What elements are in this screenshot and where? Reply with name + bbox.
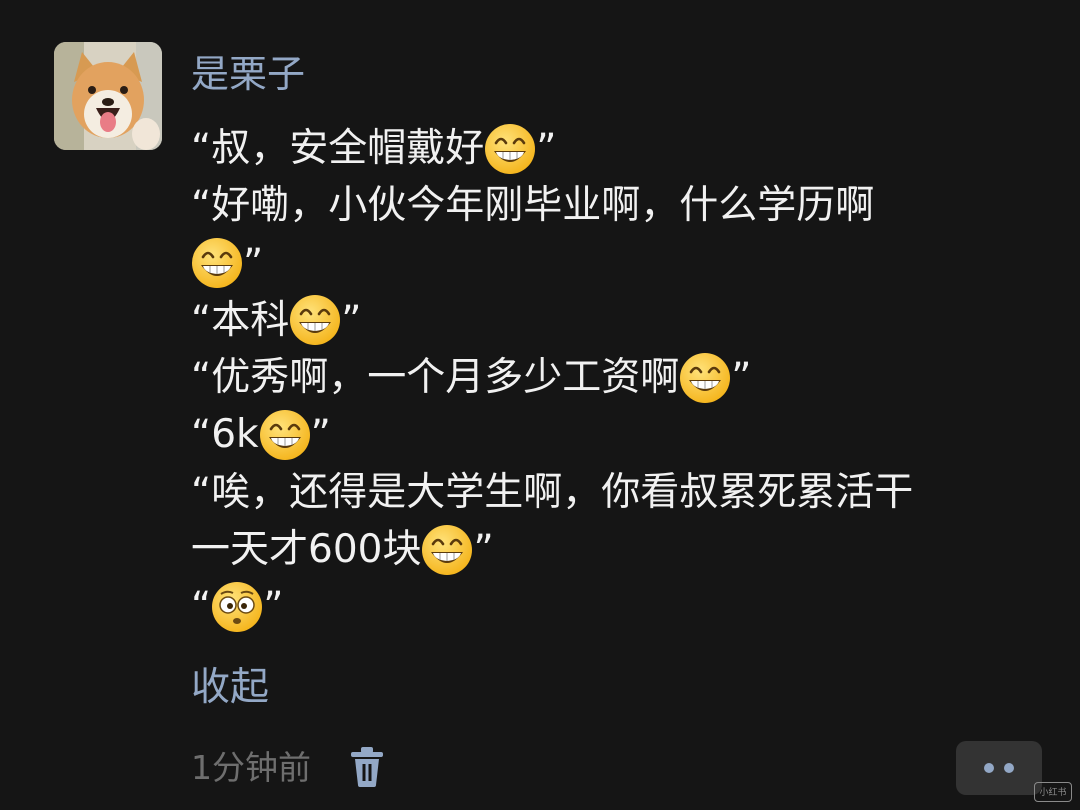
comment-author[interactable]: 是栗子 [191, 46, 305, 102]
grinning-face-icon [419, 522, 475, 578]
comment-body: “叔，安全帽戴好” “好嘞，小伙今年刚毕业啊，什么学历啊” “本科” “优秀啊，一个月… [191, 118, 1051, 634]
comment-text: “叔，安全帽戴好 [191, 125, 485, 171]
more-dots-icon [1004, 763, 1014, 773]
comment-text: “优秀啊，一个月多少工资啊 [191, 355, 680, 401]
more-options-button[interactable] [956, 741, 1042, 795]
more-dots-icon [984, 763, 994, 773]
comment-text: ” [310, 412, 331, 458]
comment-line: “优秀啊，一个月多少工资啊 ” [191, 347, 1051, 404]
comment-text: ” [473, 526, 494, 572]
comment-line: “” [191, 576, 1051, 633]
comment-text: ” [243, 240, 264, 286]
comment-line: “本科 ” [191, 290, 1051, 347]
watermark-logo: 小红书 [1034, 782, 1072, 802]
grinning-face-icon [189, 235, 245, 291]
comment-text: “好嘞，小伙今年刚毕业啊，什么学历啊 [191, 183, 875, 229]
comment-text: ” [731, 355, 752, 401]
comment-text: 一天才600块 [191, 526, 422, 572]
comment-line: “6k ” [191, 404, 1051, 461]
avatar[interactable] [54, 42, 162, 150]
comment-line: ” [191, 233, 1051, 290]
comment-line: “唉，还得是大学生啊，你看叔累死累活干 [191, 462, 1051, 519]
collapse-button[interactable]: 收起 [191, 660, 269, 716]
grinning-face-icon [482, 121, 538, 177]
grinning-face-icon [677, 350, 733, 406]
comment-text: ” [341, 297, 362, 343]
grinning-face-icon [287, 292, 343, 348]
comment-text: “ [191, 584, 212, 630]
trash-icon[interactable] [349, 746, 385, 788]
comment-text: “唉，还得是大学生啊，你看叔累死累活干 [191, 469, 914, 515]
comment-text: ” [263, 584, 284, 630]
grinning-face-icon [257, 407, 313, 463]
comment-timestamp: 1分钟前 [191, 748, 311, 787]
comment-text: ” [536, 125, 557, 171]
comment-text: “6k [191, 412, 259, 458]
shiba-dog-avatar-image [54, 42, 162, 150]
comment-line: 一天才600块 ” [191, 519, 1051, 576]
comment-line: “好嘞，小伙今年刚毕业啊，什么学历啊 [191, 175, 1051, 232]
flushed-face-icon [209, 579, 265, 635]
comment-line: “叔，安全帽戴好 ” [191, 118, 1051, 175]
comment-text: “本科 [191, 297, 290, 343]
